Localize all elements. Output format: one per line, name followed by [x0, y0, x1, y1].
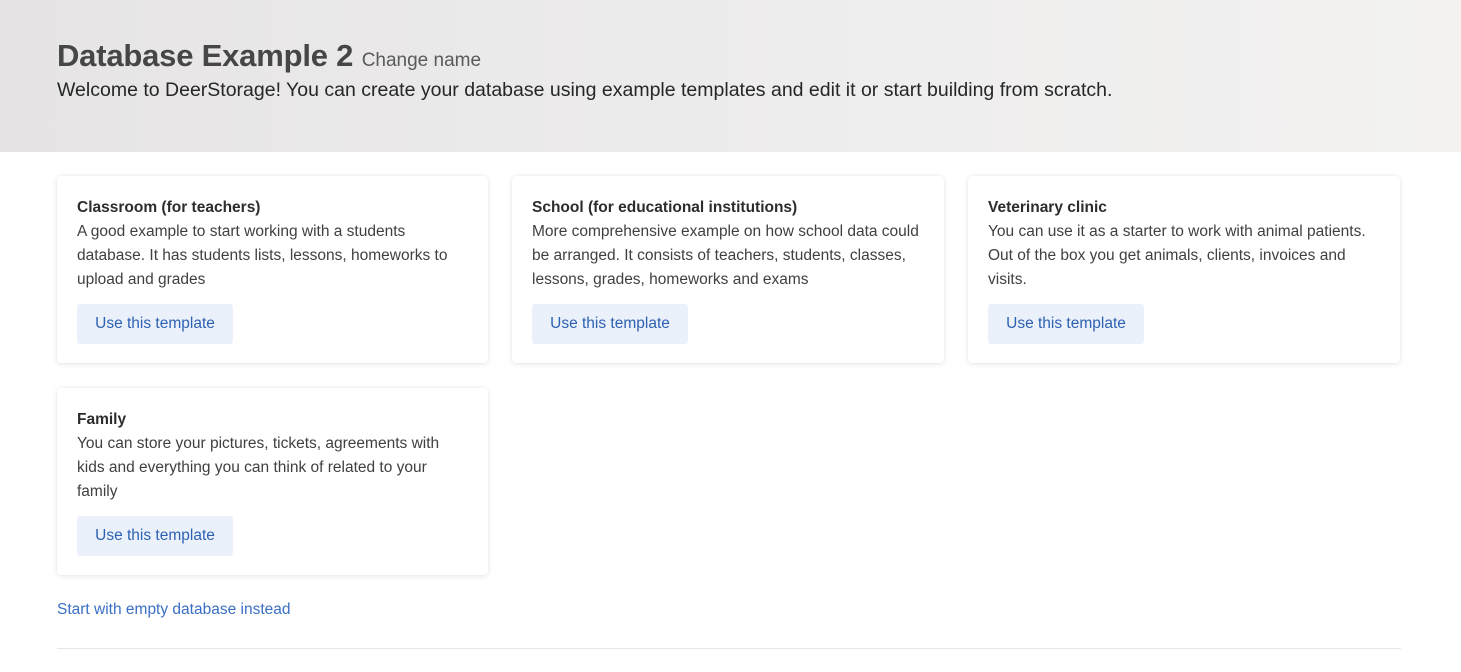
use-template-button[interactable]: Use this template [77, 516, 233, 556]
welcome-message: Welcome to DeerStorage! You can create y… [57, 79, 1113, 101]
template-card-classroom: Classroom (for teachers) A good example … [57, 176, 488, 363]
template-description: You can store your pictures, tickets, ag… [77, 435, 440, 500]
database-name-title: Database Example 2 [57, 38, 354, 73]
divider [57, 648, 1401, 649]
start-empty-database-link[interactable]: Start with empty database instead [57, 601, 291, 619]
use-template-button[interactable]: Use this template [532, 304, 688, 344]
template-title: Family [77, 411, 127, 428]
template-card-family: Family You can store your pictures, tick… [57, 388, 488, 575]
template-title: Veterinary clinic [988, 199, 1107, 216]
hero-banner: Database Example 2 Change name Welcome t… [0, 0, 1461, 152]
title-row: Database Example 2 Change name [57, 38, 481, 74]
use-template-button[interactable]: Use this template [988, 304, 1144, 344]
template-title: School (for educational institutions) [532, 199, 798, 216]
template-title: Classroom (for teachers) [77, 199, 261, 216]
use-template-button[interactable]: Use this template [77, 304, 233, 344]
template-card-veterinary-clinic: Veterinary clinic You can use it as a st… [968, 176, 1400, 363]
template-description: You can use it as a starter to work with… [988, 223, 1366, 288]
template-card-school: School (for educational institutions) Mo… [512, 176, 944, 363]
template-description: A good example to start working with a s… [77, 223, 448, 288]
change-name-link[interactable]: Change name [362, 50, 481, 71]
template-description: More comprehensive example on how school… [532, 223, 919, 288]
